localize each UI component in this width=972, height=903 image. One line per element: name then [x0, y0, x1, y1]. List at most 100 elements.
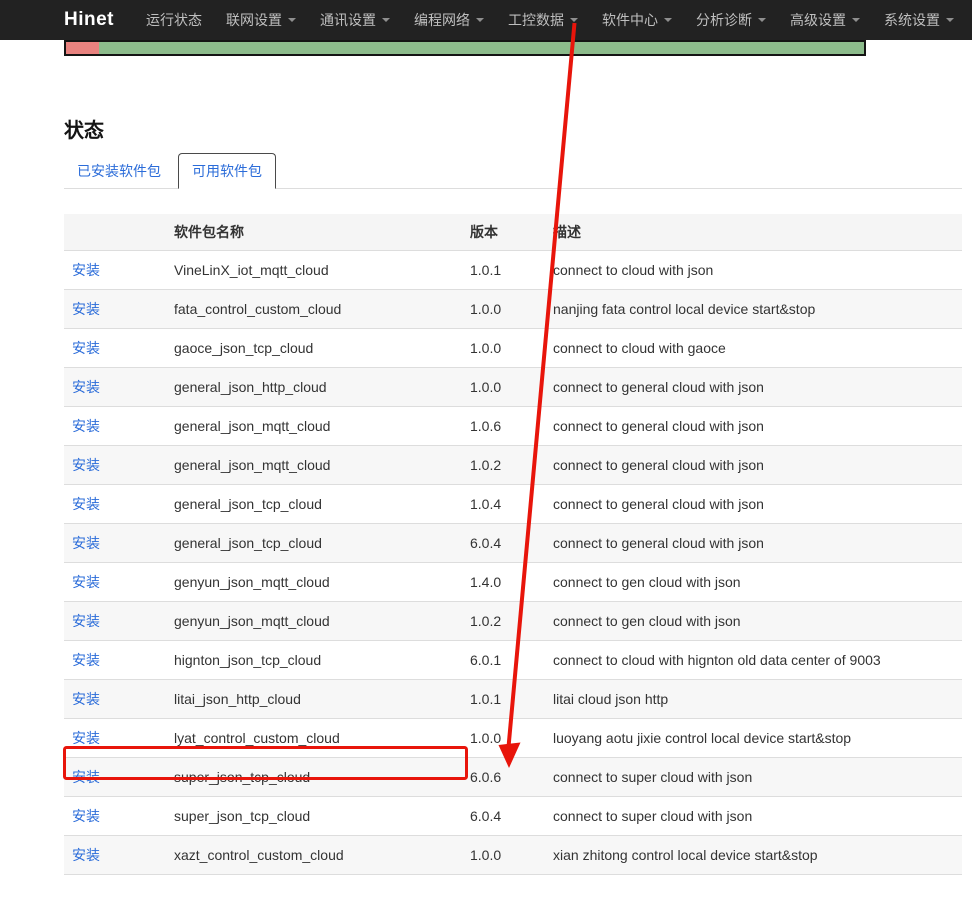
- table-row-highlighted: 安装super_json_tcp_cloud6.0.6connect to su…: [64, 758, 962, 797]
- caret-down-icon: [570, 18, 578, 22]
- package-version: 6.0.1: [462, 641, 545, 680]
- nav-item-label: 联网设置: [226, 10, 282, 30]
- packages-table: 软件包名称 版本 描述 安装VineLinX_iot_mqtt_cloud1.0…: [64, 214, 962, 875]
- nav-item-label: 分析诊断: [696, 10, 752, 30]
- tab-installed-packages[interactable]: 已安装软件包: [64, 154, 174, 188]
- caret-down-icon: [476, 18, 484, 22]
- page-title: 状态: [64, 117, 962, 145]
- package-version: 1.0.0: [462, 290, 545, 329]
- package-description: connect to general cloud with json: [545, 407, 962, 446]
- package-tabs: 已安装软件包 可用软件包: [64, 153, 962, 189]
- brand-logo[interactable]: Hinet: [64, 9, 114, 31]
- table-row: 安装genyun_json_mqtt_cloud1.4.0connect to …: [64, 563, 962, 602]
- nav-item-label: 系统设置: [884, 10, 940, 30]
- package-description: connect to cloud with json: [545, 251, 962, 290]
- package-name: super_json_tcp_cloud: [166, 797, 462, 836]
- nav-item-programming-network[interactable]: 编程网络: [402, 0, 496, 40]
- package-name: genyun_json_mqtt_cloud: [166, 563, 462, 602]
- nav-item-network-settings[interactable]: 联网设置: [214, 0, 308, 40]
- nav-item-logout[interactable]: 退出: [966, 0, 972, 40]
- package-version: 1.0.1: [462, 251, 545, 290]
- table-row: 安装lyat_control_custom_cloud1.0.0luoyang …: [64, 719, 962, 758]
- package-name: VineLinX_iot_mqtt_cloud: [166, 251, 462, 290]
- install-link[interactable]: 安装: [72, 457, 100, 473]
- package-version: 1.0.6: [462, 407, 545, 446]
- install-link[interactable]: 安装: [72, 808, 100, 824]
- page: Hinet 运行状态 联网设置 通讯设置 编程网络 工控数据 软件中心 分析诊断 高级设置 系统…: [0, 0, 972, 903]
- package-description: connect to general cloud with json: [545, 524, 962, 563]
- caret-down-icon: [382, 18, 390, 22]
- nav-item-label: 高级设置: [790, 10, 846, 30]
- package-name: fata_control_custom_cloud: [166, 290, 462, 329]
- package-description: connect to general cloud with json: [545, 485, 962, 524]
- nav-item-advanced-settings[interactable]: 高级设置: [778, 0, 872, 40]
- package-description: luoyang aotu jixie control local device …: [545, 719, 962, 758]
- install-link[interactable]: 安装: [72, 301, 100, 317]
- caret-down-icon: [664, 18, 672, 22]
- package-description: litai cloud json http: [545, 680, 962, 719]
- package-description: connect to gen cloud with json: [545, 563, 962, 602]
- install-link[interactable]: 安装: [72, 340, 100, 356]
- progress-segment-free: [99, 42, 864, 54]
- install-link[interactable]: 安装: [72, 379, 100, 395]
- package-name: hignton_json_tcp_cloud: [166, 641, 462, 680]
- package-description: nanjing fata control local device start&…: [545, 290, 962, 329]
- table-row: 安装 general_json_tcp_cloud1.0.4connect to …: [64, 485, 962, 524]
- install-link[interactable]: 安装: [72, 691, 100, 707]
- package-version: 1.0.4: [462, 485, 545, 524]
- nav-menu: 运行状态 联网设置 通讯设置 编程网络 工控数据 软件中心 分析诊断 高级设置 系统设置 退出: [134, 0, 972, 40]
- install-link[interactable]: 安装: [72, 847, 100, 863]
- package-description: connect to cloud with gaoce: [545, 329, 962, 368]
- progress-segment-used: [66, 42, 99, 54]
- package-version: 1.0.0: [462, 329, 545, 368]
- package-name: general_json_tcp_cloud: [166, 485, 462, 524]
- nav-item-label: 通讯设置: [320, 10, 376, 30]
- install-link[interactable]: 安装: [72, 418, 100, 434]
- package-version: 1.0.0: [462, 368, 545, 407]
- table-row: 安装 VineLinX_iot_mqtt_cloud1.0.1connect to…: [64, 251, 962, 290]
- install-link[interactable]: 安装: [72, 574, 100, 590]
- column-header-description: 描述: [545, 214, 962, 251]
- package-name: super_json_tcp_cloud: [166, 758, 462, 797]
- nav-item-software-center[interactable]: 软件中心: [590, 0, 684, 40]
- nav-item-analysis-diagnosis[interactable]: 分析诊断: [684, 0, 778, 40]
- install-link[interactable]: 安装: [72, 496, 100, 512]
- nav-item-run-status[interactable]: 运行状态: [134, 0, 214, 40]
- install-link[interactable]: 安装: [72, 652, 100, 668]
- install-link[interactable]: 安装: [72, 613, 100, 629]
- package-name: litai_json_http_cloud: [166, 680, 462, 719]
- table-row: 安装general_json_mqtt_cloud1.0.6connect to…: [64, 407, 962, 446]
- install-link[interactable]: 安装: [72, 769, 100, 785]
- table-row: 安装xazt_control_custom_cloud1.0.0xian zhi…: [64, 836, 962, 875]
- package-version: 1.0.0: [462, 836, 545, 875]
- package-description: connect to super cloud with json: [545, 797, 962, 836]
- table-row: 安装hignton_json_tcp_cloud6.0.1connect to …: [64, 641, 962, 680]
- nav-item-label: 编程网络: [414, 10, 470, 30]
- install-link[interactable]: 安装: [72, 535, 100, 551]
- table-row: 安装general_json_http_cloud1.0.0connect to…: [64, 368, 962, 407]
- nav-item-industrial-data[interactable]: 工控数据: [496, 0, 590, 40]
- status-progress-bar: [64, 40, 866, 56]
- caret-down-icon: [852, 18, 860, 22]
- nav-item-label: 软件中心: [602, 10, 658, 30]
- install-link[interactable]: 安装: [72, 262, 100, 278]
- caret-down-icon: [288, 18, 296, 22]
- package-name: general_json_http_cloud: [166, 368, 462, 407]
- package-name: general_json_tcp_cloud: [166, 524, 462, 563]
- top-navbar: Hinet 运行状态 联网设置 通讯设置 编程网络 工控数据 软件中心 分析诊断 高级设置 系统…: [0, 0, 972, 40]
- table-row: 安装gaoce_json_tcp_cloud1.0.0connect to cl…: [64, 329, 962, 368]
- package-name: genyun_json_mqtt_cloud: [166, 602, 462, 641]
- tab-available-packages[interactable]: 可用软件包: [178, 153, 276, 189]
- package-version: 1.0.2: [462, 602, 545, 641]
- nav-item-system-settings[interactable]: 系统设置: [872, 0, 966, 40]
- nav-item-label: 运行状态: [146, 10, 202, 30]
- package-version: 6.0.4: [462, 797, 545, 836]
- package-description: connect to general cloud with json: [545, 446, 962, 485]
- package-version: 1.0.1: [462, 680, 545, 719]
- install-link[interactable]: 安装: [72, 730, 100, 746]
- table-row: 安装 litai_json_http_cloud1.0.1litai cloud …: [64, 680, 962, 719]
- nav-item-label: 工控数据: [508, 10, 564, 30]
- column-header-version: 版本: [462, 214, 545, 251]
- nav-item-comm-settings[interactable]: 通讯设置: [308, 0, 402, 40]
- table-row: 安装 super_json_tcp_cloud6.0.4connect to su…: [64, 797, 962, 836]
